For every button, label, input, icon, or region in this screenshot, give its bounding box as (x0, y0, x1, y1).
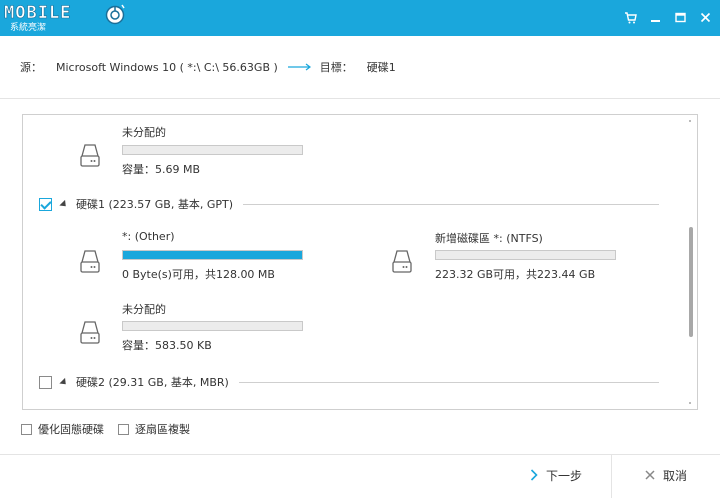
disk-drive-icon (392, 250, 412, 273)
sector-copy-label: 逐扇區複製 (135, 423, 190, 436)
partition-item[interactable]: *: (Other) 0 Byte(s)可用，共128.00 MB (79, 228, 339, 288)
partition-capacity: 容量：5.69 MB (122, 163, 201, 176)
divider (0, 98, 720, 99)
minimize-icon (651, 20, 660, 22)
disk1-checkbox[interactable] (39, 197, 52, 211)
disk-drive-icon (80, 321, 100, 344)
sector-copy-option[interactable]: 逐扇區複製 (118, 421, 190, 437)
next-label: 下一步 (546, 468, 583, 483)
divider (0, 454, 720, 455)
disk-drive-icon (80, 144, 100, 167)
clone-options: 優化固態硬碟 逐扇區複製 (21, 421, 204, 437)
window-controls (622, 9, 714, 26)
target-value: 硬碟1 (366, 61, 396, 74)
source-value: Microsoft Windows 10 ( *:\ C:\ 56.63GB ) (56, 60, 278, 74)
usage-fill (123, 251, 302, 259)
sector-copy-checkbox[interactable] (118, 423, 129, 435)
cancel-button[interactable]: 取消 (645, 466, 687, 484)
partition-capacity: 容量：583.50 KB (122, 339, 212, 352)
expand-triangle-icon[interactable] (59, 377, 69, 387)
disk1-label: 硬碟1 (223.57 GB, 基本, GPT) (76, 198, 233, 211)
partition-name: 未分配的 (122, 303, 166, 316)
divider (238, 381, 659, 383)
partition-usage-bar (122, 321, 303, 331)
partition-usage-bar (435, 250, 616, 260)
title-bar: MOBILE 系統亮潔 (0, 0, 720, 36)
partition-usage-bar (122, 145, 303, 155)
expand-triangle-icon[interactable] (59, 199, 69, 209)
scrollbar-thumb[interactable] (689, 227, 693, 337)
close-icon (645, 470, 655, 480)
close-icon (700, 12, 711, 23)
cart-icon (625, 11, 637, 23)
partition-item[interactable]: 未分配的 容量：583.50 KB (79, 299, 339, 359)
close-button[interactable] (697, 9, 714, 26)
logo-emblem-icon (105, 4, 125, 25)
cart-button[interactable] (622, 9, 639, 26)
partition-capacity: 223.32 GB可用，共223.44 GB (435, 268, 596, 281)
disk-row-1: 硬碟1 (223.57 GB, 基本, GPT) (39, 196, 659, 212)
partition-name: *: (Other) (122, 230, 175, 243)
divider (243, 203, 659, 205)
disk2-label: 硬碟2 (29.31 GB, 基本, MBR) (76, 376, 229, 389)
partition-item[interactable]: 未分配的 容量：5.69 MB (79, 122, 339, 182)
optimize-ssd-label: 優化固態硬碟 (38, 423, 104, 436)
cancel-label: 取消 (663, 468, 688, 483)
clone-path: 源： Microsoft Windows 10 ( *:\ C:\ 56.63G… (20, 59, 396, 75)
source-label: 源： (20, 61, 42, 74)
next-button[interactable]: 下一步 (530, 466, 582, 484)
maximize-button[interactable] (672, 9, 689, 26)
partition-name: 新增磁碟區 *: (NTFS) (435, 232, 543, 245)
disk-list-panel[interactable]: 未分配的 容量：5.69 MB 硬碟1 (223.57 GB, 基本, GPT)… (22, 114, 698, 410)
disk-drive-icon (80, 250, 100, 273)
minimize-button[interactable] (647, 9, 664, 26)
arrow-right-icon (287, 63, 311, 71)
optimize-ssd-option[interactable]: 優化固態硬碟 (21, 421, 104, 437)
disk-row-2: 硬碟2 (29.31 GB, 基本, MBR) (39, 374, 659, 390)
chevron-right-icon (530, 469, 538, 481)
disk2-checkbox[interactable] (39, 375, 52, 389)
partition-capacity: 0 Byte(s)可用，共128.00 MB (122, 268, 275, 281)
partition-usage-bar (122, 250, 303, 260)
scroll-up-arrow[interactable] (689, 120, 691, 122)
target-label: 目標： (319, 61, 353, 74)
logo-subtitle: 系統亮潔 (10, 23, 47, 33)
divider (611, 455, 612, 498)
maximize-icon (675, 12, 686, 23)
partition-item[interactable]: 新增磁碟區 *: (NTFS) 223.32 GB可用，共223.44 GB (391, 228, 671, 288)
optimize-ssd-checkbox[interactable] (21, 423, 32, 435)
partition-name: 未分配的 (122, 126, 166, 139)
scroll-down-arrow[interactable] (689, 402, 691, 404)
